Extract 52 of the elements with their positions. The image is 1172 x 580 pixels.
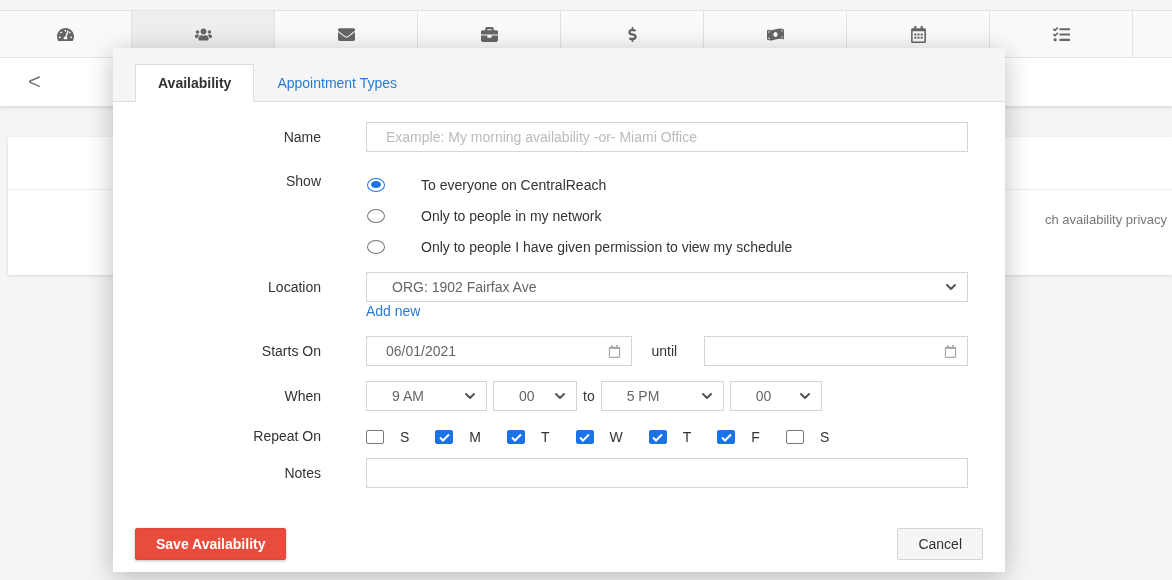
calendar-icon bbox=[607, 344, 621, 358]
dropdown[interactable]: 00 bbox=[729, 381, 822, 411]
tab[interactable]: Availability bbox=[135, 64, 255, 102]
radio-option[interactable]: Only to people I have given permission to view my schedule bbox=[366, 231, 968, 262]
radio-button[interactable] bbox=[367, 177, 385, 192]
date-field[interactable] bbox=[704, 336, 968, 366]
calendar-icon bbox=[909, 25, 927, 43]
radio-button[interactable] bbox=[367, 208, 385, 223]
date-field[interactable]: 06/01/2021 bbox=[366, 336, 632, 366]
briefcase-icon bbox=[480, 25, 498, 43]
notes-field[interactable] bbox=[366, 458, 968, 488]
day-checkbox[interactable] bbox=[366, 430, 384, 444]
field-label: Repeat On bbox=[252, 427, 321, 444]
calendar-icon bbox=[944, 344, 957, 358]
dropdown[interactable]: 9 AM bbox=[366, 381, 487, 411]
day-label: M bbox=[469, 429, 481, 445]
cancel-button[interactable]: Cancel bbox=[897, 528, 983, 560]
field-label: Location bbox=[267, 278, 321, 295]
field-label: Show bbox=[284, 172, 321, 189]
day-label: F bbox=[751, 429, 760, 445]
day-checkbox[interactable] bbox=[507, 430, 525, 444]
tab[interactable]: Appointment Types bbox=[254, 64, 420, 102]
day-checkbox[interactable] bbox=[785, 430, 804, 444]
day-label: S bbox=[819, 429, 830, 445]
dropdown[interactable]: 00 bbox=[493, 381, 577, 411]
day-checkbox[interactable] bbox=[575, 430, 594, 444]
day-checkbox[interactable] bbox=[648, 430, 667, 444]
add-new-link[interactable]: Add new bbox=[366, 303, 421, 319]
day-label: T bbox=[682, 429, 692, 445]
back-button[interactable]: < bbox=[24, 69, 45, 95]
radio-button[interactable] bbox=[367, 239, 385, 254]
dropdown[interactable]: ORG: 1902 Fairfax Ave bbox=[366, 272, 968, 302]
name-field[interactable]: Example: My morning availability -or- Miami Office bbox=[366, 122, 968, 152]
save-button[interactable]: Save Availability bbox=[135, 528, 287, 560]
gauge-icon bbox=[57, 25, 74, 43]
radio-option[interactable]: To everyone on CentralReach bbox=[366, 169, 968, 200]
card-text: ch availability privacy bbox=[1044, 212, 1167, 227]
day-checkbox[interactable] bbox=[717, 430, 736, 444]
to-label: to bbox=[583, 388, 595, 404]
day-label: W bbox=[609, 429, 623, 445]
checklist-icon bbox=[1052, 25, 1070, 43]
dropdown[interactable]: 5 PM bbox=[600, 381, 724, 411]
day-label: S bbox=[400, 429, 410, 445]
day-checkbox[interactable] bbox=[435, 430, 454, 444]
day-label: T bbox=[541, 429, 550, 445]
field-label: When bbox=[283, 387, 321, 404]
radio-option[interactable]: Only to people in my network bbox=[366, 200, 968, 231]
until-label: until bbox=[650, 343, 679, 359]
field-label: Notes bbox=[283, 464, 321, 481]
field-label: Name bbox=[282, 128, 321, 145]
envelope-icon bbox=[337, 25, 355, 43]
field-label: Starts On bbox=[260, 342, 321, 359]
